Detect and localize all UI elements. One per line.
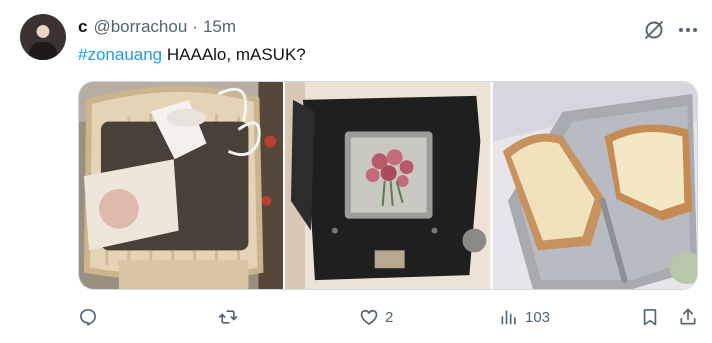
views-chart-icon	[501, 310, 516, 325]
tweet-text: #zonauang HAAAlo, mASUK?	[78, 44, 306, 66]
like-button[interactable]: 2	[359, 302, 393, 332]
tweet-header: c @borrachou · 15m	[78, 16, 236, 38]
action-bar: 2 103	[78, 302, 702, 332]
photo-basket-teacup	[79, 82, 284, 289]
heart-icon	[360, 309, 378, 325]
tweet-body: HAAAlo, mASUK?	[162, 45, 306, 64]
timestamp[interactable]: 15m	[203, 17, 236, 37]
media-grid	[78, 81, 698, 290]
author-name[interactable]: c	[78, 17, 87, 37]
like-count: 2	[385, 308, 394, 326]
separator-dot: ·	[192, 17, 198, 36]
share-icon	[680, 308, 696, 325]
views-button[interactable]: 103	[499, 302, 550, 332]
bookmark-icon	[643, 309, 657, 326]
media-photo-3[interactable]	[492, 82, 697, 289]
bookmark-button[interactable]	[640, 302, 660, 332]
author-handle[interactable]: @borrachou	[93, 17, 187, 37]
grok-icon[interactable]	[642, 18, 666, 42]
hashtag-link[interactable]: #zonauang	[78, 45, 162, 64]
view-count: 103	[525, 308, 551, 326]
retweet-icon	[218, 310, 238, 324]
reply-button[interactable]	[78, 302, 104, 332]
share-button[interactable]	[678, 302, 698, 332]
more-options-icon[interactable]	[676, 18, 700, 42]
avatar[interactable]	[20, 14, 66, 60]
media-photo-1[interactable]	[79, 82, 284, 289]
retweet-button[interactable]	[218, 302, 244, 332]
tweet-card[interactable]: c @borrachou · 15m #zonauang HAAAlo, mAS…	[0, 0, 712, 343]
photo-toast-butter	[492, 82, 697, 289]
reply-icon	[80, 309, 96, 326]
photo-vintage-camera-flowers	[285, 82, 491, 289]
media-photo-2[interactable]	[285, 82, 491, 289]
